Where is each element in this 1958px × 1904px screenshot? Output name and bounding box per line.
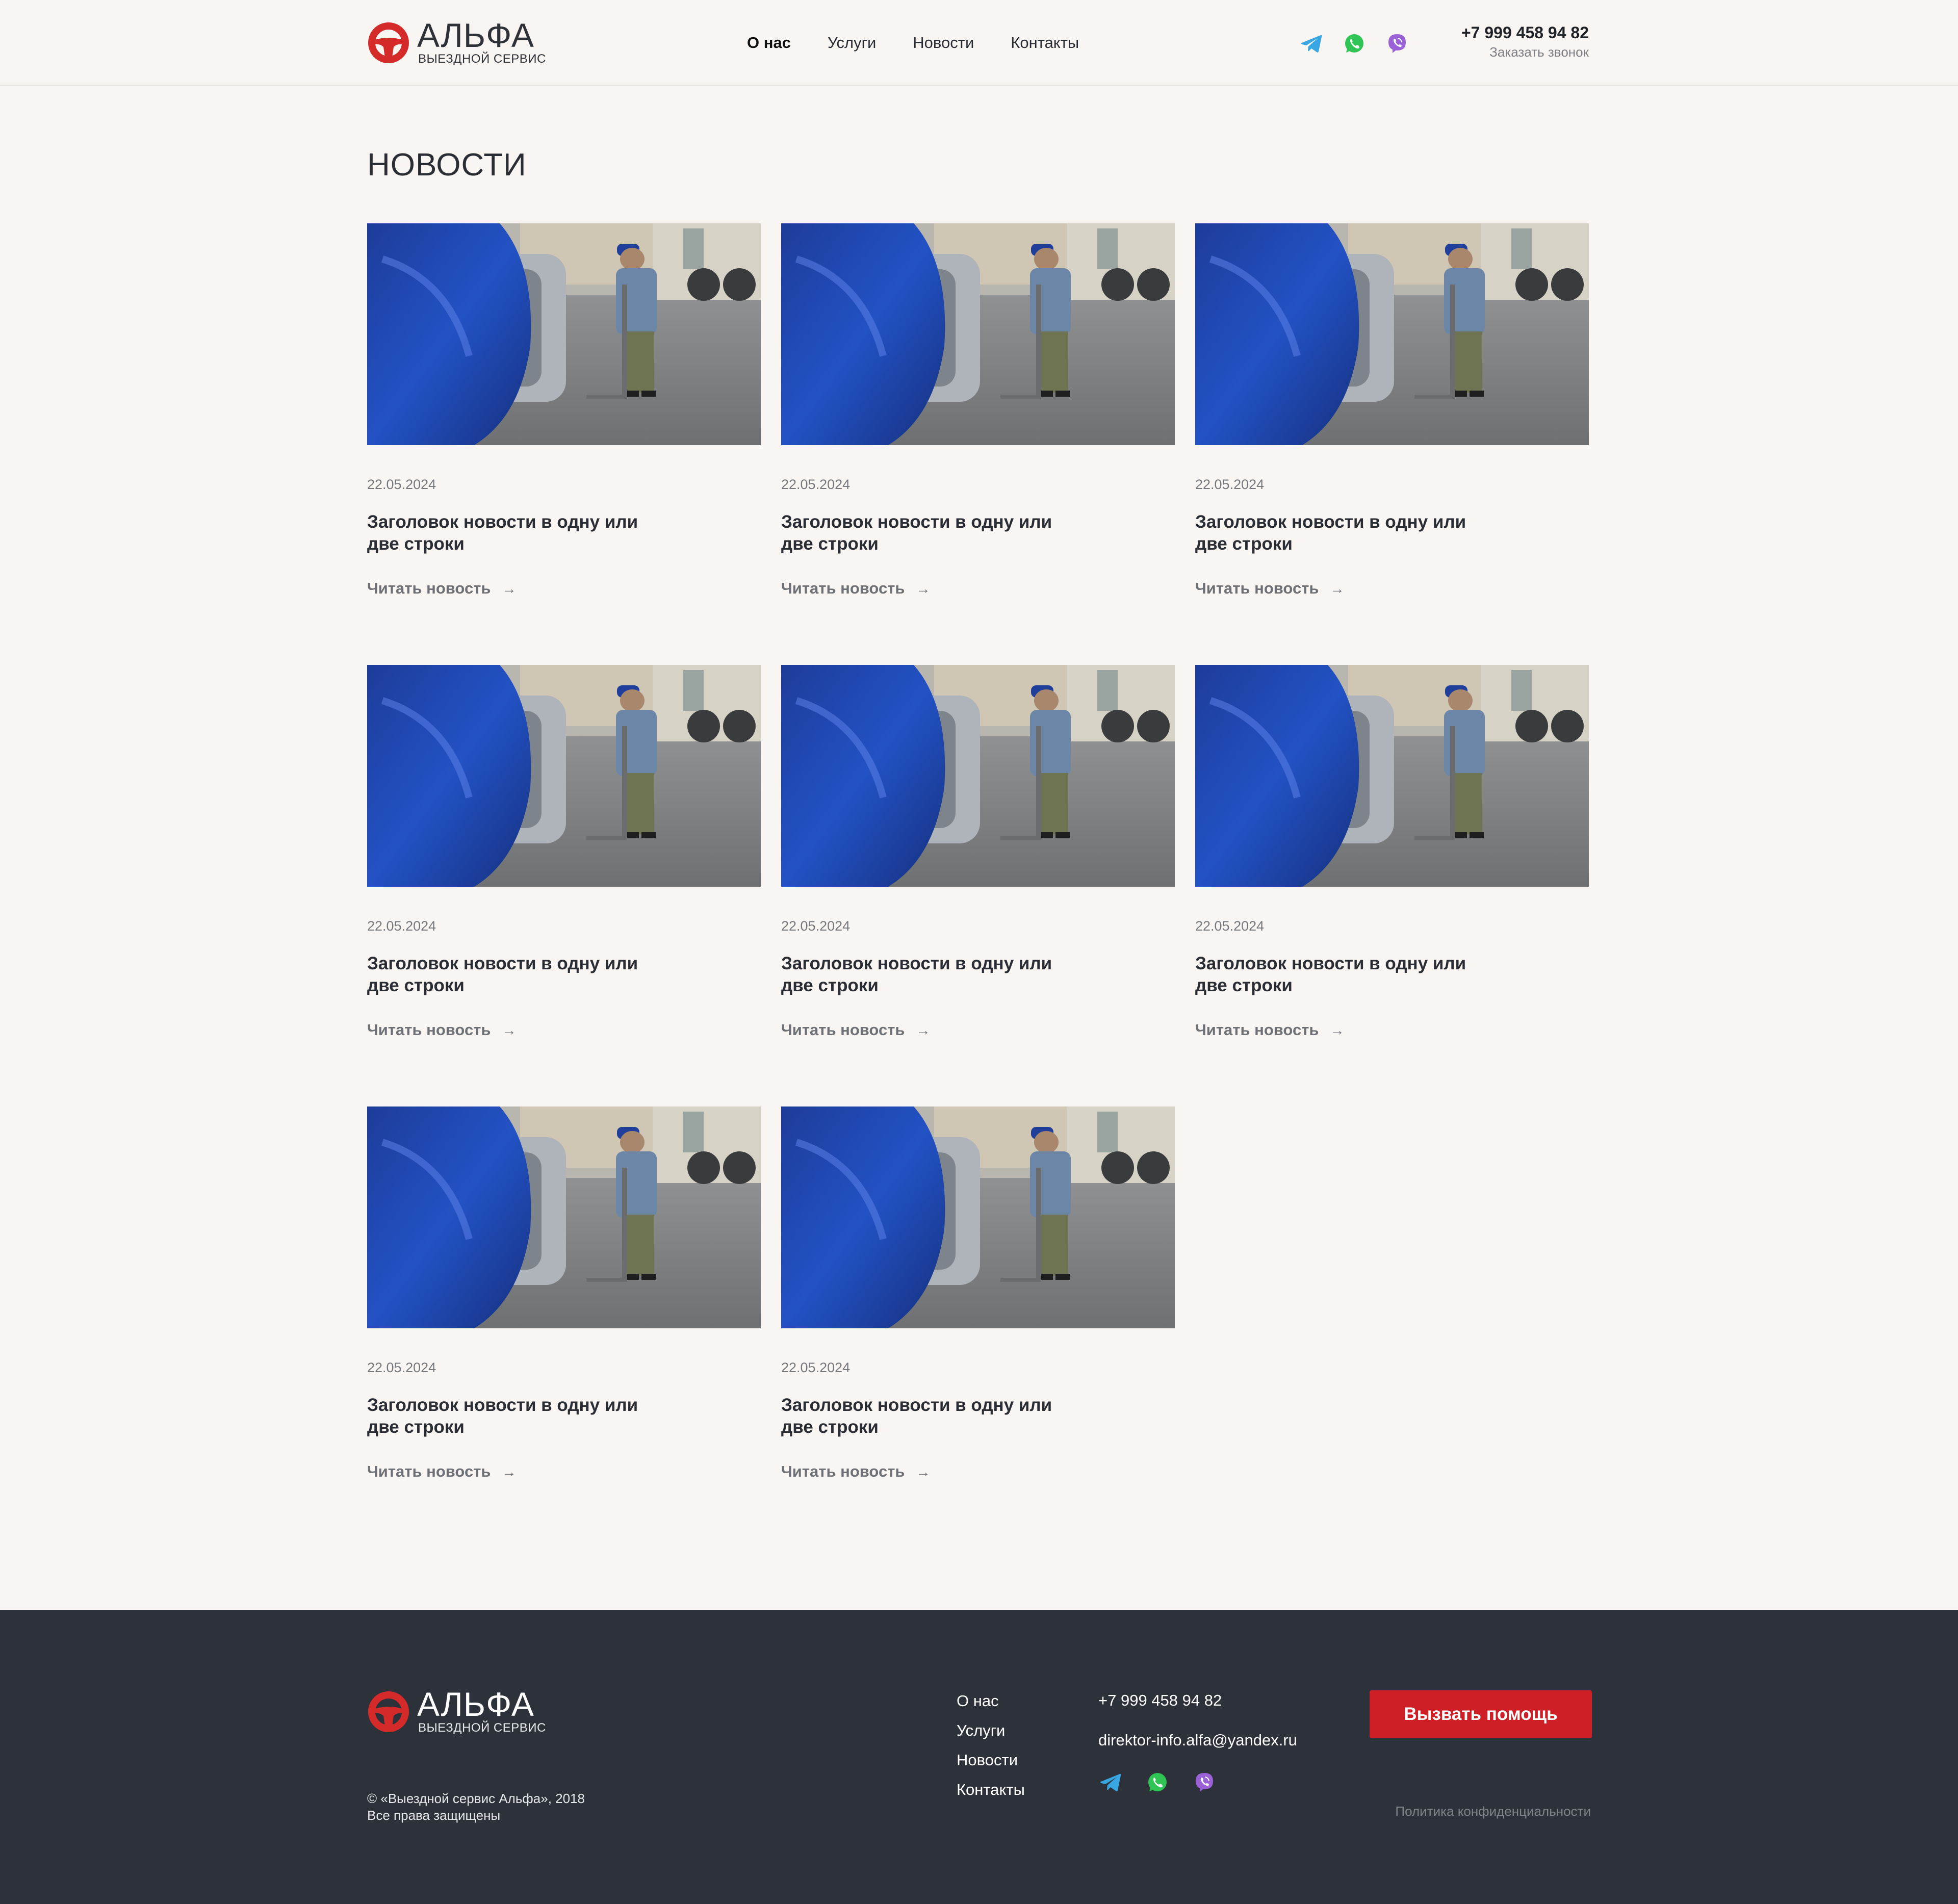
- arrow-right-icon: →: [502, 581, 517, 597]
- footer-nav-services[interactable]: Услуги: [957, 1716, 1025, 1745]
- viber-icon[interactable]: [1385, 31, 1409, 56]
- news-title[interactable]: Заголовок новости в одну или две строки: [1195, 953, 1481, 996]
- arrow-right-icon: →: [1330, 1022, 1345, 1038]
- news-card: 22.05.2024 Заголовок новости в одну или …: [781, 1107, 1175, 1504]
- news-date: 22.05.2024: [367, 1360, 436, 1375]
- read-more-link[interactable]: Читать новость →: [367, 1461, 516, 1482]
- read-more-link[interactable]: Читать новость →: [781, 1020, 930, 1041]
- news-photo[interactable]: [1195, 665, 1589, 887]
- arrow-right-icon: →: [916, 1464, 931, 1480]
- news-date: 22.05.2024: [781, 918, 851, 934]
- footer-nav-about[interactable]: О нас: [957, 1686, 1025, 1716]
- telegram-icon[interactable]: [1299, 31, 1324, 56]
- call-help-button[interactable]: Вызвать помощь: [1370, 1690, 1592, 1738]
- footer-nav-contacts[interactable]: Контакты: [957, 1775, 1025, 1805]
- news-title[interactable]: Заголовок новости в одну или две строки: [367, 1394, 653, 1438]
- read-more-link[interactable]: Читать новость →: [781, 578, 930, 599]
- main-nav: О нас Услуги Новости Контакты: [747, 33, 1079, 53]
- read-more-label: Читать новость: [1195, 579, 1319, 597]
- news-title[interactable]: Заголовок новости в одну или две строки: [367, 953, 653, 996]
- header-socials: [1299, 31, 1409, 56]
- read-more-label: Читать новость: [781, 1462, 905, 1480]
- news-photo[interactable]: [367, 665, 761, 887]
- whatsapp-icon[interactable]: [1342, 31, 1367, 56]
- nav-item-services[interactable]: Услуги: [828, 33, 876, 53]
- footer-nav: О нас Услуги Новости Контакты: [957, 1686, 1025, 1805]
- news-date: 22.05.2024: [367, 918, 436, 934]
- arrow-right-icon: →: [916, 581, 931, 597]
- read-more-link[interactable]: Читать новость →: [367, 578, 516, 599]
- news-date: 22.05.2024: [1195, 477, 1265, 492]
- arrow-right-icon: →: [1330, 581, 1345, 597]
- news-date: 22.05.2024: [367, 477, 436, 492]
- read-more-label: Читать новость: [367, 579, 491, 597]
- footer-logo[interactable]: АЛЬФА ВЫЕЗДНОЙ СЕРВИС: [367, 1685, 546, 1734]
- read-more-label: Читать новость: [781, 579, 905, 597]
- news-title[interactable]: Заголовок новости в одну или две строки: [781, 511, 1067, 555]
- nav-item-about[interactable]: О нас: [747, 33, 791, 53]
- telegram-icon[interactable]: [1098, 1770, 1123, 1794]
- site-footer: АЛЬФА ВЫЕЗДНОЙ СЕРВИС © «Выездной сервис…: [0, 1610, 1958, 1904]
- rights-line: Все права защищены: [367, 1808, 501, 1823]
- nav-item-news[interactable]: Новости: [913, 33, 974, 53]
- copyright: © «Выездной сервис Альфа», 2018 Все прав…: [367, 1790, 585, 1824]
- read-more-link[interactable]: Читать новость →: [1195, 1020, 1344, 1041]
- arrow-right-icon: →: [916, 1022, 931, 1038]
- news-card: 22.05.2024 Заголовок новости в одну или …: [367, 1107, 761, 1504]
- news-date: 22.05.2024: [781, 477, 851, 492]
- read-more-label: Читать новость: [1195, 1021, 1319, 1039]
- news-card: 22.05.2024 Заголовок новости в одну или …: [1195, 665, 1589, 1063]
- logo-tagline: ВЫЕЗДНОЙ СЕРВИС: [418, 52, 546, 66]
- page-title: НОВОСТИ: [367, 147, 527, 183]
- news-card: 22.05.2024 Заголовок новости в одну или …: [367, 223, 761, 621]
- news-photo[interactable]: [781, 665, 1175, 887]
- news-photo[interactable]: [781, 1107, 1175, 1328]
- callback-link[interactable]: Заказать звонок: [1461, 43, 1589, 61]
- news-photo[interactable]: [1195, 223, 1589, 445]
- arrow-right-icon: →: [502, 1464, 517, 1480]
- news-title[interactable]: Заголовок новости в одну или две строки: [781, 953, 1067, 996]
- logo-name: АЛЬФА: [417, 1685, 534, 1723]
- site-header: АЛЬФА ВЫЕЗДНОЙ СЕРВИС О нас Услуги Новос…: [0, 0, 1958, 86]
- read-more-link[interactable]: Читать новость →: [1195, 578, 1344, 599]
- news-date: 22.05.2024: [1195, 918, 1265, 934]
- news-photo[interactable]: [781, 223, 1175, 445]
- logo-name: АЛЬФА: [417, 16, 534, 54]
- read-more-label: Читать новость: [367, 1462, 491, 1480]
- nav-item-contacts[interactable]: Контакты: [1011, 33, 1079, 53]
- news-card: 22.05.2024 Заголовок новости в одну или …: [367, 665, 761, 1063]
- news-card: 22.05.2024 Заголовок новости в одну или …: [781, 665, 1175, 1063]
- footer-nav-news[interactable]: Новости: [957, 1745, 1025, 1775]
- news-card: 22.05.2024 Заголовок новости в одну или …: [781, 223, 1175, 621]
- footer-socials: [1098, 1770, 1217, 1794]
- news-photo[interactable]: [367, 223, 761, 445]
- news-date: 22.05.2024: [781, 1360, 851, 1375]
- news-title[interactable]: Заголовок новости в одну или две строки: [367, 511, 653, 555]
- read-more-link[interactable]: Читать новость →: [367, 1020, 516, 1041]
- steering-wheel-icon: [367, 21, 410, 64]
- arrow-right-icon: →: [502, 1022, 517, 1038]
- header-contact: +7 999 458 94 82 Заказать звонок: [1461, 22, 1589, 61]
- news-title[interactable]: Заголовок новости в одну или две строки: [781, 1394, 1067, 1438]
- news-photo[interactable]: [367, 1107, 761, 1328]
- footer-email[interactable]: direktor-info.alfa@yandex.ru: [1098, 1729, 1297, 1752]
- news-title[interactable]: Заголовок новости в одну или две строки: [1195, 511, 1481, 555]
- logo[interactable]: АЛЬФА ВЫЕЗДНОЙ СЕРВИС: [367, 16, 546, 65]
- logo-tagline: ВЫЕЗДНОЙ СЕРВИС: [418, 1721, 546, 1735]
- footer-phone[interactable]: +7 999 458 94 82: [1098, 1689, 1222, 1712]
- read-more-label: Читать новость: [367, 1021, 491, 1039]
- viber-icon[interactable]: [1192, 1770, 1217, 1794]
- privacy-policy-link[interactable]: Политика конфиденциальности: [1395, 1804, 1591, 1819]
- whatsapp-icon[interactable]: [1145, 1770, 1170, 1794]
- header-phone[interactable]: +7 999 458 94 82: [1461, 22, 1589, 43]
- steering-wheel-icon: [367, 1690, 410, 1733]
- read-more-link[interactable]: Читать новость →: [781, 1461, 930, 1482]
- news-card: 22.05.2024 Заголовок новости в одну или …: [1195, 223, 1589, 621]
- copyright-line: © «Выездной сервис Альфа», 2018: [367, 1791, 585, 1806]
- read-more-label: Читать новость: [781, 1021, 905, 1039]
